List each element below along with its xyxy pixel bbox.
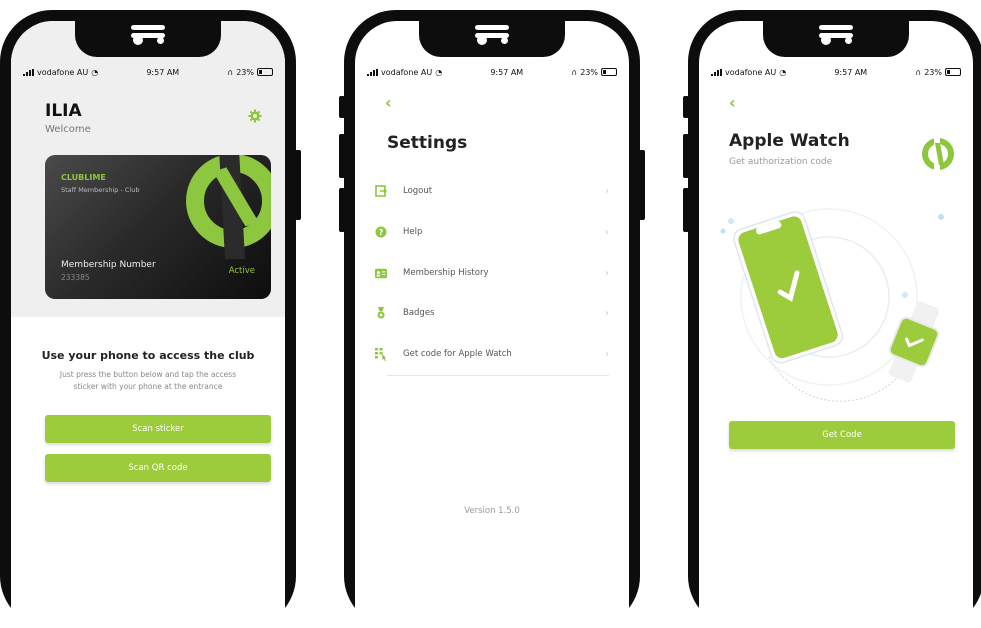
welcome-text: Welcome bbox=[45, 124, 91, 135]
get-code-button[interactable]: Get Code bbox=[729, 421, 955, 449]
notch bbox=[763, 21, 909, 57]
access-title: Use your phone to access the club bbox=[41, 349, 255, 362]
sensor-icon bbox=[845, 37, 852, 44]
settings-item-help[interactable]: ? Help › bbox=[375, 212, 609, 252]
volume-up-button bbox=[0, 134, 1, 178]
signal-icon bbox=[711, 68, 722, 76]
headphones-icon: ∩ bbox=[571, 67, 578, 77]
card-brand-suffix: LIME bbox=[84, 173, 106, 182]
card-brand: CLUBLIME bbox=[61, 173, 106, 182]
volume-up-button bbox=[683, 134, 689, 178]
scan-qr-button[interactable]: Scan QR code bbox=[45, 454, 271, 482]
phone-settings: vodafone AU ◔ 9:57 AM ∩ 23% ‹ Settings L… bbox=[339, 10, 645, 628]
id-card-icon bbox=[375, 267, 387, 279]
chevron-right-icon: › bbox=[605, 226, 609, 238]
list-divider bbox=[387, 375, 609, 376]
sensor-icon bbox=[157, 37, 164, 44]
battery-icon bbox=[944, 68, 961, 76]
app-version: Version 1.5.0 bbox=[464, 506, 520, 516]
clock: 9:57 AM bbox=[834, 67, 868, 77]
clock: 9:57 AM bbox=[490, 67, 524, 77]
signal-icon bbox=[23, 68, 34, 76]
settings-item-label: Membership History bbox=[403, 268, 489, 278]
page-title: Settings bbox=[387, 133, 468, 153]
power-button bbox=[295, 150, 301, 220]
carrier-name: vodafone AU bbox=[725, 67, 777, 77]
battery-percent: 23% bbox=[236, 67, 254, 77]
scan-sticker-button[interactable]: Scan sticker bbox=[45, 415, 271, 443]
sensor-icon bbox=[501, 37, 508, 44]
membership-status-badge: Active bbox=[228, 266, 255, 276]
mute-switch bbox=[683, 96, 689, 118]
clublime-logo-icon bbox=[186, 155, 271, 259]
membership-number: 233385 bbox=[61, 273, 90, 282]
battery-percent: 23% bbox=[924, 67, 942, 77]
power-button bbox=[639, 150, 645, 220]
chevron-right-icon: › bbox=[605, 185, 609, 197]
card-brand-prefix: CLUB bbox=[61, 173, 85, 182]
settings-item-logout[interactable]: Logout › bbox=[375, 171, 609, 211]
speaker-grille bbox=[131, 25, 165, 30]
volume-down-button bbox=[339, 188, 345, 232]
battery-percent: 23% bbox=[580, 67, 598, 77]
settings-item-label: Badges bbox=[403, 308, 435, 318]
settings-screen: vodafone AU ◔ 9:57 AM ∩ 23% ‹ Settings L… bbox=[355, 21, 629, 628]
notch bbox=[75, 21, 221, 57]
mute-switch bbox=[0, 96, 1, 118]
volume-down-button bbox=[683, 188, 689, 232]
headphones-icon: ∩ bbox=[915, 67, 922, 77]
phone-home: vodafone AU ◔ 9:57 AM ∩ 23% ILIA Welcome bbox=[0, 10, 301, 628]
settings-item-label: Get code for Apple Watch bbox=[403, 349, 512, 359]
chevron-right-icon: › bbox=[605, 267, 609, 279]
phone-apple-watch: vodafone AU ◔ 9:57 AM ∩ 23% ‹ Apple Watc… bbox=[683, 10, 981, 628]
status-bar: vodafone AU ◔ 9:57 AM ∩ 23% bbox=[355, 65, 629, 79]
settings-item-badges[interactable]: Badges › bbox=[375, 293, 609, 333]
keypad-icon bbox=[375, 347, 387, 361]
membership-number-label: Membership Number bbox=[61, 260, 156, 270]
carrier-name: vodafone AU bbox=[381, 67, 433, 77]
settings-item-label: Help bbox=[403, 227, 423, 237]
status-bar: vodafone AU ◔ 9:57 AM ∩ 23% bbox=[699, 65, 973, 79]
settings-item-label: Logout bbox=[403, 186, 433, 196]
access-description: Just press the button below and tap the … bbox=[11, 369, 285, 393]
settings-item-membership-history[interactable]: Membership History › bbox=[375, 253, 609, 293]
back-chevron-icon[interactable]: ‹ bbox=[385, 93, 392, 112]
settings-gear-icon[interactable] bbox=[248, 108, 262, 123]
home-screen: vodafone AU ◔ 9:57 AM ∩ 23% ILIA Welcome bbox=[11, 21, 285, 628]
settings-item-apple-watch-code[interactable]: Get code for Apple Watch › bbox=[375, 334, 609, 374]
headphones-icon: ∩ bbox=[227, 67, 234, 77]
wifi-icon: ◔ bbox=[91, 67, 99, 77]
status-bar: vodafone AU ◔ 9:57 AM ∩ 23% bbox=[11, 65, 285, 79]
membership-type: Staff Membership - Club bbox=[61, 186, 140, 194]
wifi-icon: ◔ bbox=[779, 67, 787, 77]
clublime-logo-icon bbox=[921, 137, 955, 171]
clock: 9:57 AM bbox=[146, 67, 180, 77]
svg-text:?: ? bbox=[379, 228, 384, 237]
help-icon: ? bbox=[375, 226, 387, 238]
wifi-icon: ◔ bbox=[435, 67, 443, 77]
user-name: ILIA bbox=[45, 101, 82, 121]
battery-icon bbox=[256, 68, 273, 76]
speaker-grille bbox=[475, 25, 509, 30]
back-chevron-icon[interactable]: ‹ bbox=[729, 93, 736, 112]
chevron-right-icon: › bbox=[605, 307, 609, 319]
access-description-line: sticker with your phone at the entrance bbox=[73, 382, 223, 391]
volume-up-button bbox=[339, 134, 345, 178]
chevron-right-icon: › bbox=[605, 348, 609, 360]
phone-and-watch-illustration bbox=[720, 208, 944, 402]
speaker-grille bbox=[819, 25, 853, 30]
carrier-name: vodafone AU bbox=[37, 67, 89, 77]
logout-icon bbox=[375, 185, 387, 197]
apple-watch-screen: vodafone AU ◔ 9:57 AM ∩ 23% ‹ Apple Watc… bbox=[699, 21, 973, 628]
volume-down-button bbox=[0, 188, 1, 232]
medal-icon bbox=[375, 307, 387, 319]
battery-icon bbox=[600, 68, 617, 76]
signal-icon bbox=[367, 68, 378, 76]
membership-card[interactable]: CLUBLIME Staff Membership - Club Members… bbox=[45, 155, 271, 299]
page-subtitle: Get authorization code bbox=[729, 157, 833, 167]
access-description-line: Just press the button below and tap the … bbox=[59, 370, 237, 379]
page-title: Apple Watch bbox=[729, 131, 850, 151]
mute-switch bbox=[339, 96, 345, 118]
notch bbox=[419, 21, 565, 57]
